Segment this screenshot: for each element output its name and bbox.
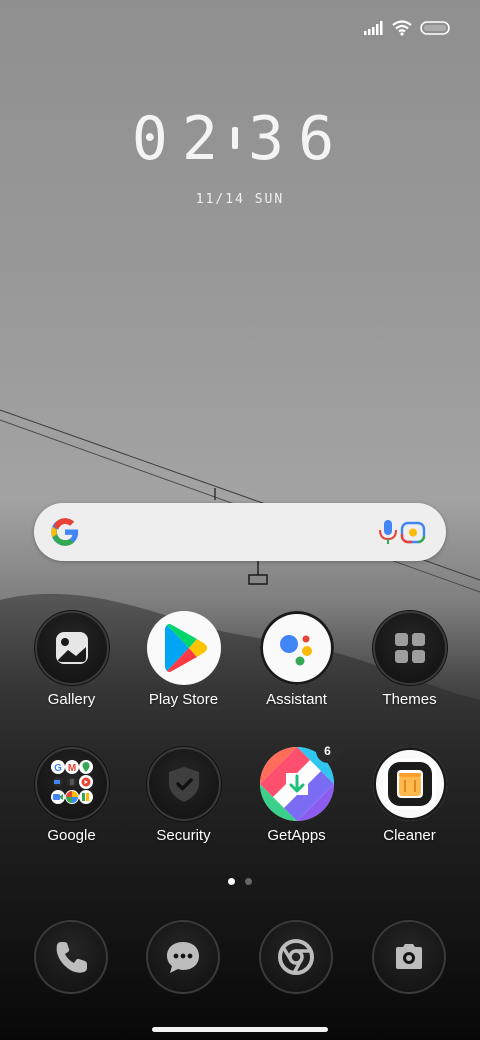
app-label: Themes (382, 691, 437, 708)
page-dot (245, 878, 252, 885)
app-label: Cleaner (383, 827, 436, 844)
google-lens-icon[interactable] (400, 520, 426, 544)
app-play-store[interactable]: Play Store (127, 611, 240, 708)
svg-text:M: M (67, 763, 75, 774)
google-search-bar[interactable] (34, 503, 446, 561)
signal-icon (364, 21, 384, 35)
clock-widget[interactable]: 02 36 (0, 104, 480, 174)
app-cleaner[interactable]: Cleaner (353, 747, 466, 844)
app-security[interactable]: Security (127, 747, 240, 844)
gallery-icon (34, 611, 109, 685)
home-indicator-bar[interactable] (152, 1027, 328, 1032)
app-assistant[interactable]: Assistant (240, 611, 353, 708)
app-label: Google (47, 827, 96, 844)
themes-icon (372, 611, 447, 685)
app-label: Assistant (266, 691, 327, 708)
clock-minutes: 36 (248, 104, 349, 174)
app-gallery[interactable]: Gallery (15, 611, 128, 708)
app-label: Play Store (148, 691, 219, 708)
page-indicator (0, 878, 480, 885)
app-label: Gallery (47, 691, 96, 708)
notification-badge: 6 (315, 739, 340, 763)
google-folder-icon: G M (34, 747, 109, 821)
microphone-icon[interactable] (376, 519, 400, 545)
svg-text:G: G (54, 763, 62, 774)
app-label: GetApps (267, 827, 326, 844)
phone-icon (34, 920, 108, 994)
dock-messages[interactable] (146, 920, 220, 994)
google-logo-icon (50, 517, 80, 547)
messages-icon (146, 920, 220, 994)
date-label: 11/14 SUN (195, 192, 285, 207)
status-bar (364, 14, 450, 42)
chrome-icon (259, 920, 333, 994)
dock-phone[interactable] (34, 920, 108, 994)
cleaner-icon (372, 747, 447, 821)
battery-icon (420, 21, 450, 35)
app-themes[interactable]: Themes (353, 611, 466, 708)
security-shield-icon (146, 747, 221, 821)
play-store-icon (146, 611, 221, 685)
getapps-icon: 6 (259, 739, 340, 821)
camera-icon (372, 920, 446, 994)
wifi-icon (392, 20, 412, 36)
app-label: Security (156, 827, 211, 844)
page-dot-active (228, 878, 235, 885)
dock-camera[interactable] (372, 920, 446, 994)
app-getapps[interactable]: 6 GetApps (240, 739, 353, 844)
assistant-icon (259, 611, 334, 685)
clock-hours: 02 (131, 104, 232, 174)
app-google-folder[interactable]: G M Google (15, 747, 128, 844)
clock-colon (232, 127, 238, 150)
dock-chrome[interactable] (259, 920, 333, 994)
